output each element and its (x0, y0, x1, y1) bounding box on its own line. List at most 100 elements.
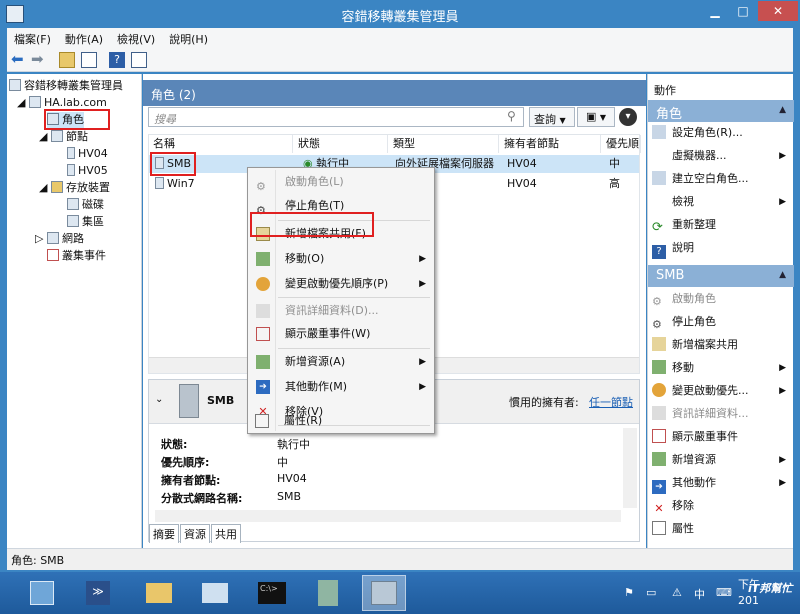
action-properties[interactable]: 屬性 (652, 518, 792, 540)
menu-item-change-priority[interactable]: 變更啟動優先順序(P) ▶ (250, 272, 432, 296)
properties-icon (652, 521, 666, 535)
action-remove[interactable]: ✕ 移除 (652, 495, 792, 517)
menu-separator (278, 297, 430, 298)
action-pane-icon[interactable] (131, 52, 147, 68)
properties-icon (255, 414, 269, 428)
horizontal-scrollbar[interactable] (155, 510, 621, 522)
flag-icon[interactable]: ⚑ (624, 586, 634, 599)
show-tree-icon[interactable] (81, 52, 97, 68)
highlight-roles (44, 109, 110, 130)
folder-up-icon[interactable] (59, 52, 75, 68)
menu-item-start-role[interactable]: ⚙ 啟動角色(L) (250, 170, 432, 194)
preferred-owner-link[interactable]: 任一節點 (589, 394, 633, 410)
pool-icon (67, 215, 79, 227)
action-add-file-share[interactable]: 新增檔案共用 (652, 334, 792, 356)
action-refresh[interactable]: ⟳ 重新整理 (652, 214, 792, 236)
collapse-up-icon[interactable]: ▲ (779, 105, 786, 115)
roles-pane-header: 角色 (2) (143, 80, 646, 106)
column-header-name[interactable]: 名稱 (149, 135, 293, 153)
menu-item-properties[interactable]: 屬性(R) (249, 410, 431, 432)
tab-resources[interactable]: 資源 (180, 524, 210, 543)
network-icon[interactable]: ⚠ (672, 586, 682, 599)
tree-network[interactable]: ▷ 網路 (35, 231, 84, 247)
action-start-role[interactable]: ⚙ 啟動角色 (652, 288, 792, 310)
role-icon (155, 177, 164, 189)
menu-item-info-details[interactable]: 資訊詳細資料(D)... (250, 299, 432, 323)
menu-file[interactable]: 檔案(F) (7, 28, 58, 50)
menu-item-move[interactable]: 移動(O) ▶ (250, 247, 432, 271)
search-input[interactable]: 搜尋 (148, 107, 524, 127)
menu-action[interactable]: 動作(A) (58, 28, 110, 50)
keyboard-icon[interactable]: ⌨ (716, 586, 732, 599)
save-icon: ▣ (585, 110, 597, 123)
field-label: 分散式網路名稱: (161, 492, 243, 505)
column-header-priority[interactable]: 優先順序 (602, 135, 641, 153)
menu-help[interactable]: 說明(H) (162, 28, 215, 50)
column-header-type[interactable]: 類型 (389, 135, 499, 153)
add-resource-icon (256, 355, 270, 369)
cluster-manager-taskbar-icon[interactable] (362, 575, 406, 611)
collapse-up-icon[interactable]: ▲ (779, 270, 786, 280)
action-critical-events[interactable]: 顯示嚴重事件 (652, 426, 792, 448)
expand-chevron-icon[interactable]: ⌄ (155, 394, 163, 405)
menu-item-critical-events[interactable]: 顯示嚴重事件(W) (250, 322, 432, 346)
display-icon[interactable]: ▭ (646, 586, 656, 599)
menu-item-more-actions[interactable]: ➔ 其他動作(M) ▶ (250, 375, 432, 399)
tree-pools[interactable]: 集區 (67, 214, 104, 230)
server-icon (67, 147, 75, 159)
powershell-icon[interactable]: ≫ (76, 575, 120, 611)
submenu-arrow-icon: ▶ (779, 478, 786, 488)
tab-summary[interactable]: 摘要 (149, 524, 179, 543)
hyper-v-icon[interactable] (306, 575, 350, 611)
tree-node-hv05[interactable]: HV05 (67, 163, 108, 179)
tree-nodes[interactable]: ◢ 節點 (39, 129, 88, 145)
maximize-button[interactable]: □ (729, 1, 757, 21)
action-change-priority[interactable]: 變更啟動優先... ▶ (652, 380, 792, 402)
query-button[interactable]: 查詢 ▼ (529, 107, 575, 127)
menu-item-add-resource[interactable]: 新增資源(A) ▶ (250, 350, 432, 374)
detail-tabs: 摘要 資源 共用 (149, 524, 639, 543)
column-header-owner[interactable]: 擁有者節點 (500, 135, 601, 153)
tab-shares[interactable]: 共用 (211, 524, 241, 543)
action-virtual-machines[interactable]: 虛擬機器... ▶ (652, 145, 792, 167)
action-configure-role[interactable]: 設定角色(R)... (652, 122, 792, 144)
close-button[interactable]: ✕ (758, 1, 798, 21)
search-icon[interactable]: ⚲ (507, 109, 521, 123)
tree-storage[interactable]: ◢ 存放裝置 (39, 180, 110, 196)
server-manager-icon[interactable] (20, 575, 64, 611)
tree-events[interactable]: 叢集事件 (47, 248, 106, 264)
back-arrow-icon[interactable]: ⬅ (11, 52, 27, 68)
ime-indicator[interactable]: 中 (694, 586, 705, 602)
vertical-scrollbar[interactable] (623, 428, 637, 508)
tree-disks[interactable]: 磁碟 (67, 197, 104, 213)
menu-view[interactable]: 檢視(V) (110, 28, 162, 50)
action-move[interactable]: 移動 ▶ (652, 357, 792, 379)
field-value: SMB (277, 490, 302, 503)
column-header-status[interactable]: 狀態 (294, 135, 388, 153)
status-bar: 角色: SMB (7, 548, 793, 570)
action-add-resource[interactable]: 新增資源 ▶ (652, 449, 792, 471)
critical-events-icon (256, 327, 270, 341)
action-info-details[interactable]: 資訊詳細資料... (652, 403, 792, 425)
tree-root[interactable]: 容錯移轉叢集管理員 (9, 78, 123, 94)
minimize-button[interactable]: ▁ (701, 1, 729, 21)
action-view[interactable]: 檢視 ▶ (652, 191, 792, 213)
save-query-button[interactable]: ▣ ▼ (577, 107, 615, 127)
action-more-actions[interactable]: ➔ 其他動作 ▶ (652, 472, 792, 494)
tree-node-hv04[interactable]: HV04 (67, 146, 108, 162)
add-resource-icon (652, 452, 666, 466)
command-prompt-icon[interactable]: C:\> (250, 575, 294, 611)
configure-role-icon (652, 125, 666, 139)
storage-icon[interactable] (192, 575, 236, 611)
file-explorer-icon[interactable] (136, 575, 180, 611)
actions-section-smb: SMB ▲ (648, 265, 794, 287)
forward-arrow-icon[interactable]: ➡ (31, 52, 47, 68)
collapse-toggle-icon[interactable]: ▾ (619, 108, 637, 126)
query-label: 查詢 (534, 113, 556, 126)
action-stop-role[interactable]: ⚙ 停止角色 (652, 311, 792, 333)
remove-icon: ✕ (654, 502, 664, 515)
submenu-arrow-icon: ▶ (779, 363, 786, 373)
help-icon[interactable]: ? (109, 52, 125, 68)
action-help[interactable]: ? 說明 (652, 237, 792, 259)
action-create-empty-role[interactable]: 建立空白角色... (652, 168, 792, 190)
